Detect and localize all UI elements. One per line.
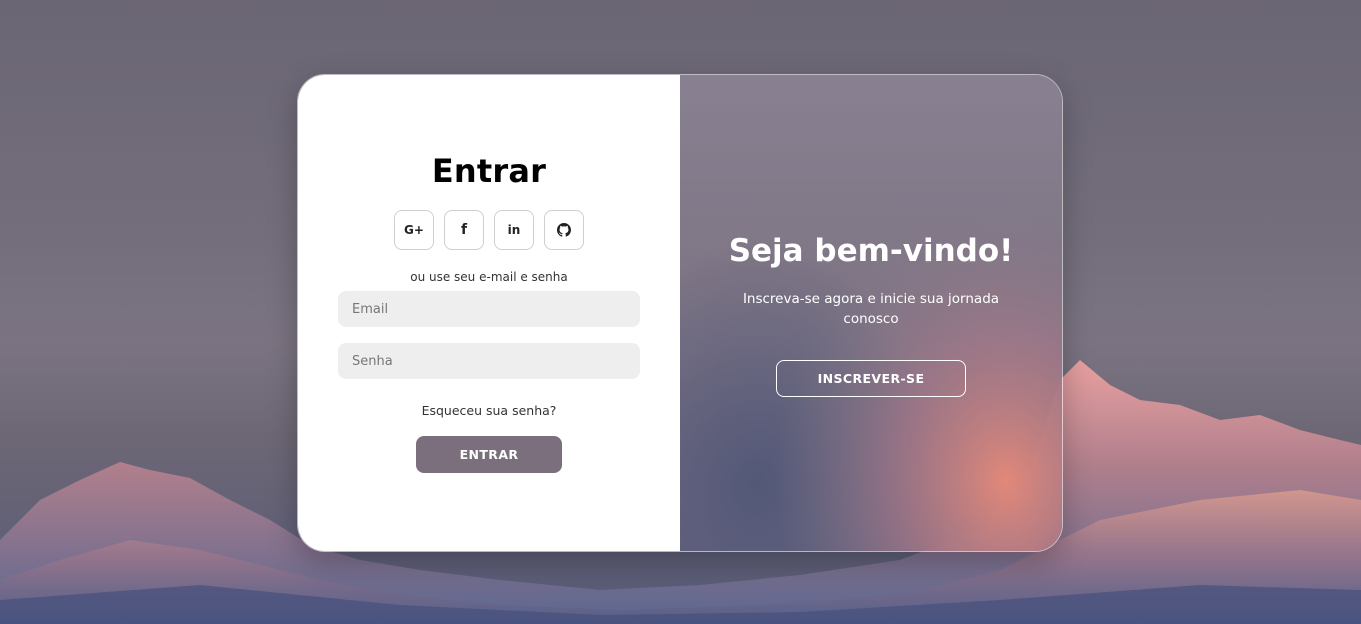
welcome-subtitle: Inscreva-se agora e inicie sua jornada c… — [742, 291, 1000, 327]
facebook-icon: f — [460, 222, 468, 238]
signin-title: Entrar — [431, 152, 547, 190]
welcome-content: Seja bem-vindo! Inscreva-se agora e inic… — [680, 75, 1062, 397]
linkedin-icon: in — [507, 223, 521, 237]
google-plus-button[interactable]: G+ — [394, 210, 434, 250]
github-icon — [557, 223, 571, 237]
linkedin-button[interactable]: in — [494, 210, 534, 250]
welcome-panel: Seja bem-vindo! Inscreva-se agora e inic… — [680, 75, 1062, 551]
social-login-row: G+ f in — [394, 210, 584, 250]
signup-button[interactable]: INSCREVER-SE — [776, 360, 966, 397]
welcome-title: Seja bem-vindo! — [728, 233, 1014, 269]
email-input[interactable] — [338, 291, 640, 327]
forgot-password-link[interactable]: Esqueceu sua senha? — [422, 403, 557, 418]
github-button[interactable] — [544, 210, 584, 250]
password-input[interactable] — [338, 343, 640, 379]
facebook-button[interactable]: f — [444, 210, 484, 250]
auth-card: Entrar G+ f in ou use seu e-mail e senha… — [297, 74, 1063, 552]
signin-panel: Entrar G+ f in ou use seu e-mail e senha… — [298, 75, 680, 551]
google-plus-icon: G+ — [404, 223, 424, 237]
signin-button[interactable]: ENTRAR — [416, 436, 562, 473]
divider-text: ou use seu e-mail e senha — [410, 270, 568, 284]
